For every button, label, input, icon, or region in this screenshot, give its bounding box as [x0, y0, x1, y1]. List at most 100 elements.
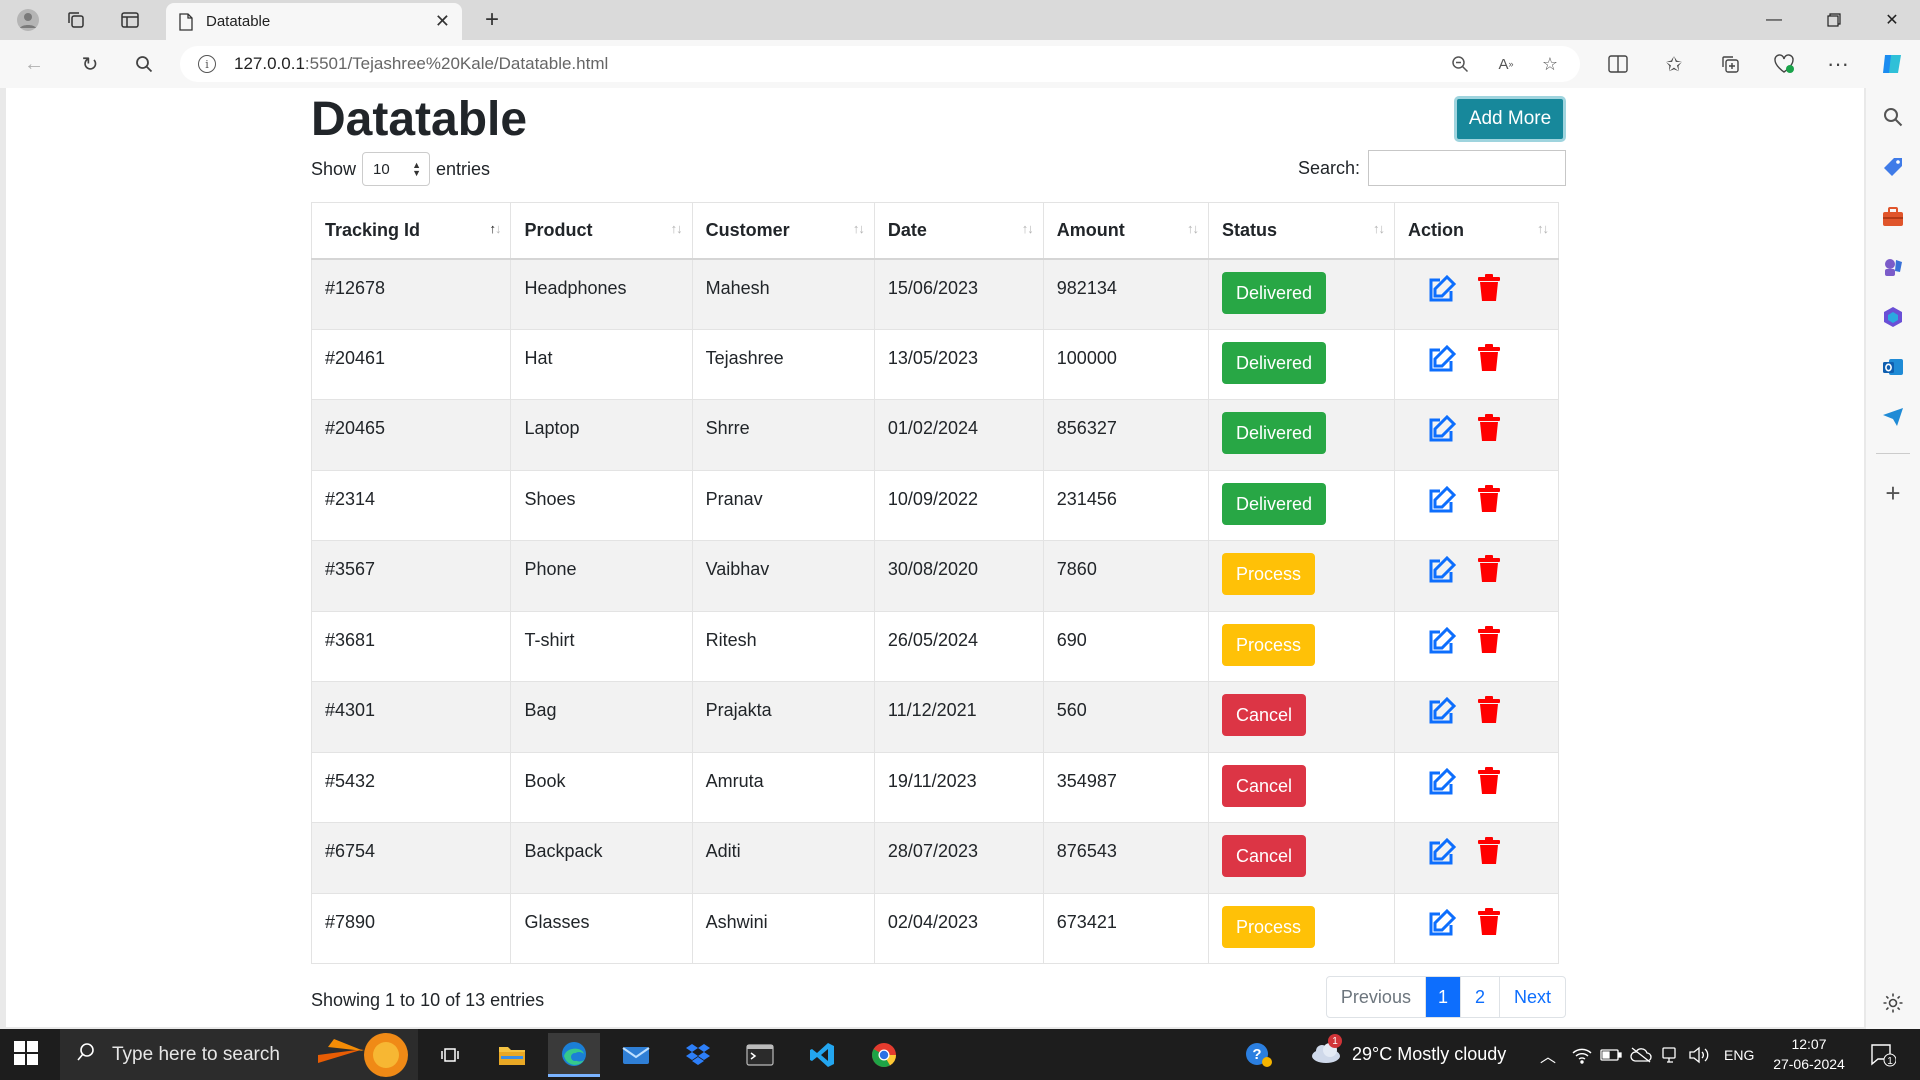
edit-icon[interactable]: [1427, 626, 1457, 661]
language-indicator[interactable]: ENG: [1724, 1029, 1754, 1080]
profile-icon[interactable]: [10, 4, 46, 36]
delete-trash-icon[interactable]: [1477, 555, 1501, 588]
favorites-icon[interactable]: ✩: [1656, 48, 1692, 80]
windows-start-icon[interactable]: [14, 1041, 40, 1067]
add-sidebar-app-icon[interactable]: +: [1878, 478, 1908, 508]
column-header-product[interactable]: Product ↑↓: [510, 202, 693, 260]
help-icon[interactable]: ?: [1244, 1029, 1274, 1080]
next-page-button[interactable]: Next: [1500, 977, 1565, 1017]
add-more-button[interactable]: Add More: [1454, 96, 1566, 142]
back-icon[interactable]: ←: [16, 48, 52, 80]
search-input[interactable]: [1368, 150, 1566, 186]
task-view-icon[interactable]: [424, 1033, 476, 1077]
shopping-tag-icon[interactable]: [1878, 152, 1908, 182]
zoom-out-icon[interactable]: [1444, 46, 1476, 82]
terminal-icon[interactable]: [734, 1033, 786, 1077]
dropbox-icon[interactable]: [672, 1033, 724, 1077]
page-icon: [179, 12, 193, 31]
tab-actions-icon[interactable]: [112, 4, 148, 36]
sidebar-search-icon[interactable]: [1878, 102, 1908, 132]
edit-icon[interactable]: [1427, 696, 1457, 731]
split-screen-icon[interactable]: [1600, 48, 1636, 80]
tools-briefcase-icon[interactable]: [1878, 202, 1908, 232]
column-header-status[interactable]: Status ↑↓: [1207, 202, 1395, 260]
delete-trash-icon[interactable]: [1477, 907, 1501, 941]
cell-date: 19/11/2023: [873, 751, 1044, 823]
delete-trash-icon[interactable]: [1477, 766, 1501, 800]
edit-icon[interactable]: [1427, 274, 1457, 309]
edit-icon[interactable]: [1427, 485, 1457, 520]
table-row: #5432 Book Amruta 19/11/2023 354987 Cancel: [310, 751, 1560, 823]
minimize-button[interactable]: —: [1746, 0, 1802, 40]
cell-product: Glasses: [510, 892, 693, 964]
delete-trash-icon[interactable]: [1477, 414, 1501, 447]
send-icon[interactable]: [1878, 402, 1908, 432]
delete-trash-icon[interactable]: [1477, 343, 1501, 377]
column-header-customer[interactable]: Customer ↑↓: [691, 202, 875, 260]
copilot-icon[interactable]: [1874, 48, 1910, 80]
delete-trash-icon[interactable]: [1477, 625, 1501, 659]
games-icon[interactable]: [1878, 252, 1908, 282]
taskbar-search-placeholder: Type here to search: [112, 1043, 280, 1065]
sort-icon: ↑↓: [1186, 221, 1199, 236]
browser-essentials-icon[interactable]: [1766, 48, 1802, 80]
microsoft-365-icon[interactable]: [1878, 302, 1908, 332]
status-badge: Process: [1221, 553, 1316, 595]
column-header-tracking-id[interactable]: Tracking Id ↑↓: [310, 202, 512, 260]
edit-icon[interactable]: [1427, 908, 1457, 943]
column-header-action[interactable]: Action ↑↓: [1393, 202, 1560, 260]
edit-icon[interactable]: [1427, 767, 1457, 802]
mail-icon[interactable]: [610, 1033, 662, 1077]
cloud-sync-icon[interactable]: [1630, 1029, 1652, 1080]
edit-icon[interactable]: [1427, 414, 1457, 449]
more-options-icon[interactable]: ···: [1820, 48, 1856, 80]
notifications-icon[interactable]: 1: [1870, 1029, 1896, 1080]
close-tab-icon[interactable]: ✕: [435, 11, 450, 32]
page-1-button[interactable]: 1: [1425, 977, 1461, 1017]
read-aloud-icon[interactable]: A»: [1490, 46, 1522, 82]
chrome-icon[interactable]: [858, 1033, 910, 1077]
entries-select[interactable]: 10 ▲ ▼: [362, 152, 431, 186]
cell-tracking-id: #7890: [310, 892, 512, 964]
show-hidden-icons-chevron-up-icon[interactable]: ︿: [1540, 1029, 1556, 1080]
url-field[interactable]: i 127.0.0.1:5501/Tejashree%20Kale/Datata…: [180, 46, 1580, 82]
previous-page-button[interactable]: Previous: [1327, 977, 1426, 1017]
network-wifi-icon[interactable]: [1572, 1029, 1592, 1080]
taskbar-search-box[interactable]: Type here to search: [60, 1029, 418, 1080]
workspaces-icon[interactable]: [58, 4, 94, 36]
edit-icon[interactable]: [1427, 837, 1457, 872]
windows-taskbar: Type here to search ? 1 29°C Mostly clou…: [0, 1029, 1920, 1080]
edit-icon[interactable]: [1427, 344, 1457, 379]
favorite-star-icon[interactable]: ☆: [1534, 46, 1566, 82]
file-explorer-icon[interactable]: [486, 1033, 538, 1077]
delete-trash-icon[interactable]: [1477, 484, 1501, 518]
edit-icon[interactable]: [1427, 555, 1457, 590]
delete-trash-icon[interactable]: [1477, 273, 1501, 307]
column-header-amount[interactable]: Amount ↑↓: [1042, 202, 1209, 260]
display-icon[interactable]: [1660, 1029, 1680, 1080]
delete-trash-icon[interactable]: [1477, 696, 1501, 729]
delete-trash-icon[interactable]: [1477, 837, 1501, 870]
tab-title: Datatable: [206, 13, 271, 30]
weather-widget[interactable]: 1 29°C Mostly cloudy: [1310, 1029, 1506, 1080]
site-info-icon[interactable]: i: [198, 55, 216, 73]
volume-icon[interactable]: [1688, 1029, 1710, 1080]
sidebar-settings-gear-icon[interactable]: [1878, 988, 1908, 1018]
cell-status: Delivered: [1207, 258, 1395, 330]
column-header-date[interactable]: Date ↑↓: [873, 202, 1044, 260]
edge-browser-icon[interactable]: [548, 1033, 600, 1077]
vscode-icon[interactable]: [796, 1033, 848, 1077]
sort-icon: ↑↓: [1372, 221, 1385, 236]
close-window-button[interactable]: ✕: [1864, 0, 1920, 40]
outlook-icon[interactable]: [1878, 352, 1908, 382]
search-icon[interactable]: [126, 48, 162, 80]
new-tab-button[interactable]: +: [476, 4, 508, 36]
browser-tab-active[interactable]: Datatable ✕: [166, 3, 462, 40]
cell-customer: Prajakta: [691, 681, 875, 753]
restore-button[interactable]: [1806, 0, 1862, 40]
refresh-icon[interactable]: ↻: [72, 48, 108, 80]
taskbar-clock[interactable]: 12:07 27-06-2024: [1764, 1034, 1854, 1074]
page-2-button[interactable]: 2: [1461, 977, 1500, 1017]
collections-icon[interactable]: [1712, 48, 1748, 80]
battery-icon[interactable]: [1600, 1029, 1622, 1080]
